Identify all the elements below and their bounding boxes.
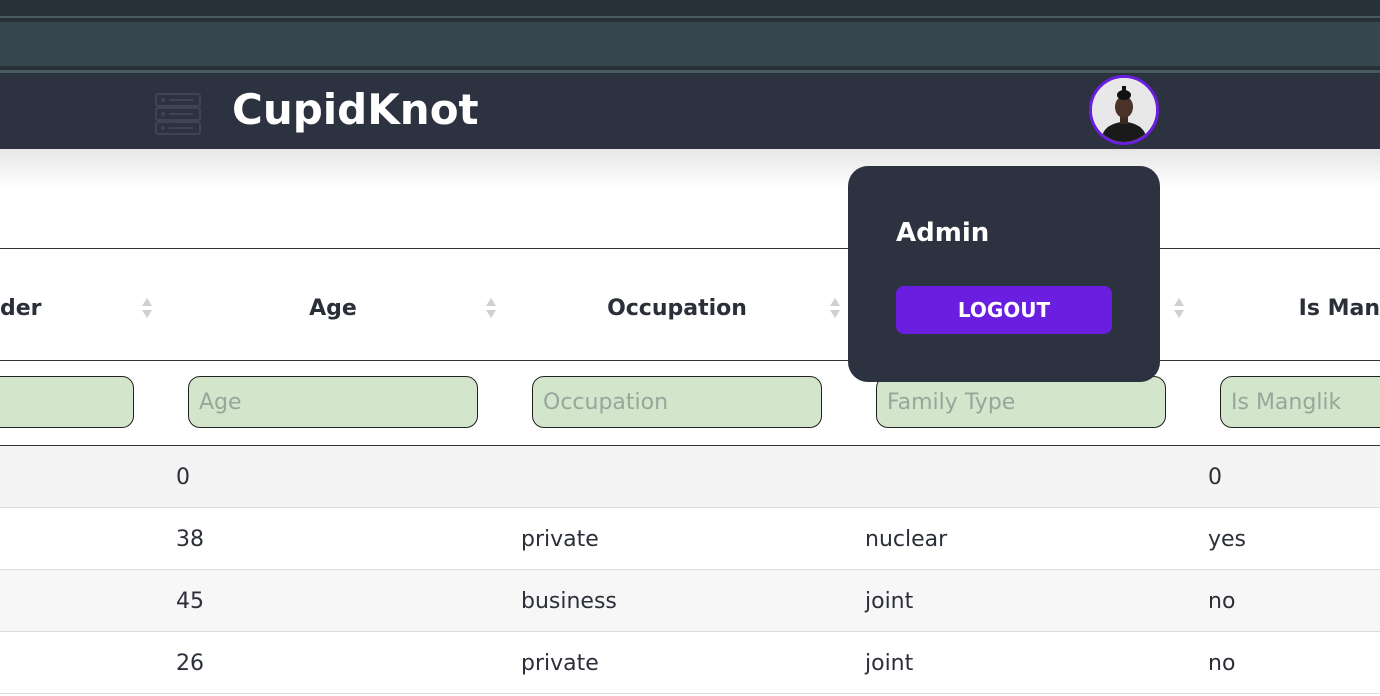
cell-is-manglik: no: [1208, 589, 1236, 614]
occupation-filter-input[interactable]: [532, 376, 822, 428]
cell-is-manglik: 0: [1208, 465, 1222, 490]
is-manglik-filter-input[interactable]: [1220, 376, 1380, 428]
avatar[interactable]: [1089, 75, 1159, 145]
chrome-divider: [0, 16, 1380, 18]
user-menu-popup: Admin LOGOUT: [848, 166, 1160, 382]
column-header-occupation[interactable]: Occupation: [532, 249, 822, 360]
column-header-age[interactable]: Age: [188, 249, 478, 360]
table-header-row: der Age Occupation Is Man: [0, 249, 1380, 361]
chrome-divider: [0, 70, 1380, 73]
user-name: Admin: [896, 218, 990, 248]
table-row[interactable]: 26 private joint no: [0, 632, 1380, 694]
family-type-filter-input[interactable]: [876, 376, 1166, 428]
sort-icon[interactable]: [829, 296, 841, 320]
avatar-image: [1092, 78, 1156, 142]
column-header-is-manglik[interactable]: Is Man: [1220, 249, 1380, 360]
logout-button[interactable]: LOGOUT: [896, 286, 1112, 334]
gender-filter-input[interactable]: [0, 376, 134, 428]
sort-icon[interactable]: [485, 296, 497, 320]
navbar: [0, 74, 1380, 149]
browser-chrome: [0, 0, 1380, 74]
cell-family-type: nuclear: [865, 527, 948, 552]
sort-icon[interactable]: [141, 296, 153, 320]
cell-occupation: private: [521, 651, 599, 676]
cell-family-type: joint: [865, 589, 914, 614]
cell-is-manglik: yes: [1208, 527, 1247, 552]
cell-occupation: business: [521, 589, 617, 614]
brand-title[interactable]: CupidKnot: [232, 82, 479, 138]
filter-row: [0, 361, 1380, 446]
sort-icon[interactable]: [1173, 296, 1185, 320]
cell-family-type: joint: [865, 651, 914, 676]
server-icon[interactable]: [155, 93, 201, 135]
table-row[interactable]: 0 0: [0, 446, 1380, 508]
age-filter-input[interactable]: [188, 376, 478, 428]
column-header-gender[interactable]: der: [0, 249, 42, 360]
navbar-shadow: [0, 149, 1380, 189]
table-row[interactable]: 45 business joint no: [0, 570, 1380, 632]
cell-age: 0: [176, 465, 190, 490]
cell-occupation: private: [521, 527, 599, 552]
table-row[interactable]: 38 private nuclear yes: [0, 508, 1380, 570]
cell-age: 26: [176, 651, 204, 676]
cell-age: 45: [176, 589, 204, 614]
cell-is-manglik: no: [1208, 651, 1236, 676]
cell-age: 38: [176, 527, 204, 552]
address-band: [0, 22, 1380, 66]
